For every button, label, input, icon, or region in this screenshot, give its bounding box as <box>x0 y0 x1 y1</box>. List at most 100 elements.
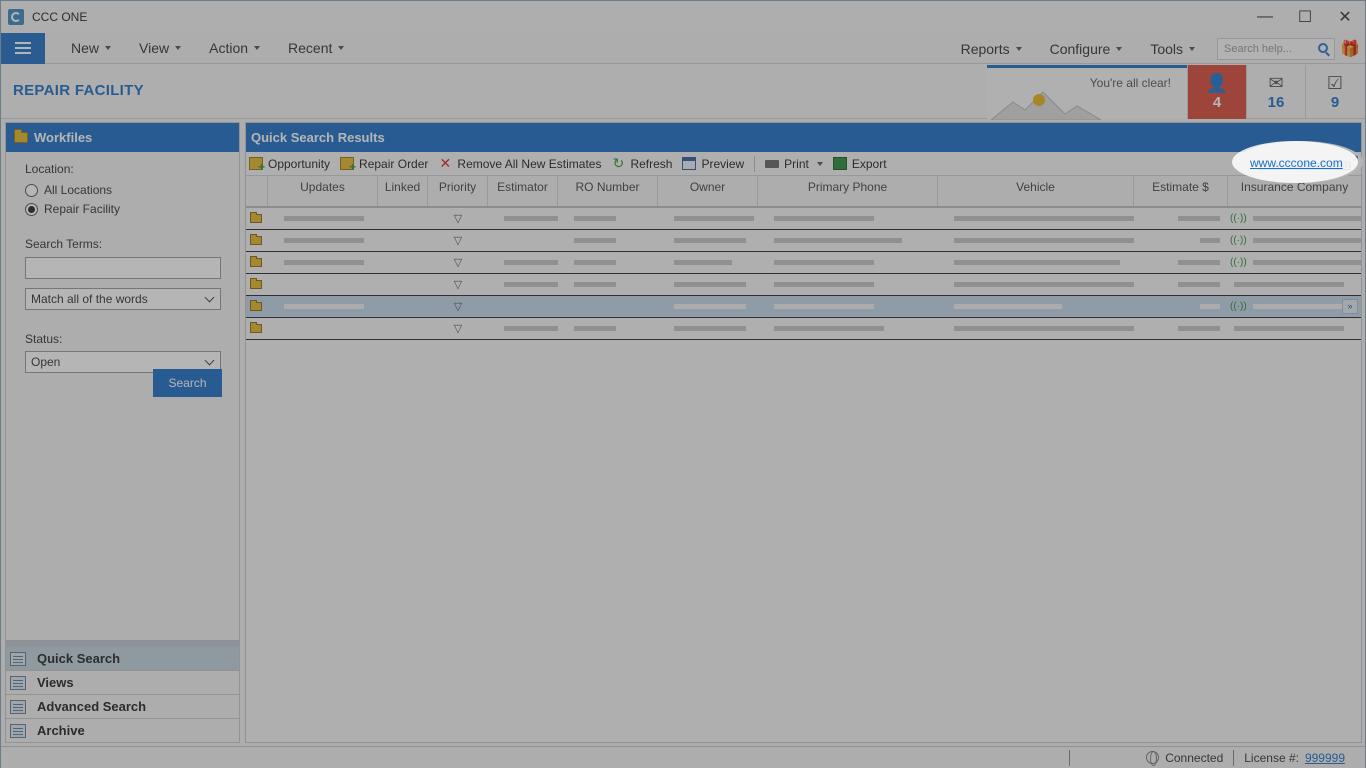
menu-action[interactable]: Action <box>195 33 274 64</box>
expand-row-icon[interactable]: » <box>1342 299 1358 314</box>
menu-view[interactable]: View <box>125 33 195 64</box>
menu-bar: New View Action Recent Reports Configure… <box>1 32 1365 64</box>
table-row[interactable]: ▽ ((·)) » <box>246 296 1361 318</box>
nav-archive[interactable]: Archive <box>6 718 239 742</box>
column-header-updates[interactable]: Updates <box>268 176 378 206</box>
table-cell: ▽ <box>428 296 488 318</box>
column-header-primary-phone[interactable]: Primary Phone <box>758 176 938 206</box>
menu-reports[interactable]: Reports <box>947 33 1036 64</box>
table-cell <box>378 208 428 230</box>
table-cell: ▽ <box>428 230 488 252</box>
folder-icon[interactable] <box>250 300 262 311</box>
table-cell <box>1134 252 1228 274</box>
priority-flag-icon[interactable]: ▽ <box>454 300 462 313</box>
redacted-value <box>1252 216 1361 221</box>
remove-all-new-estimates-button[interactable]: ✕ Remove All New Estimates <box>438 156 602 171</box>
search-terms-input[interactable] <box>25 257 221 279</box>
search-button[interactable]: Search <box>153 369 222 397</box>
table-cell <box>938 208 1134 230</box>
export-button[interactable]: Export <box>832 157 887 171</box>
radio-repair-facility[interactable]: Repair Facility <box>25 202 221 216</box>
folder-icon[interactable] <box>250 278 262 289</box>
search-form: Location: All Locations Repair Facility … <box>6 152 239 373</box>
title-bar: CCC ONE — ☐ ✕ <box>1 1 1365 33</box>
radio-all-locations[interactable]: All Locations <box>25 183 221 197</box>
close-button[interactable]: ✕ <box>1325 1 1365 33</box>
column-header-ro-number[interactable]: RO Number <box>558 176 658 206</box>
menu-new[interactable]: New <box>57 33 125 64</box>
priority-flag-icon[interactable]: ▽ <box>454 212 462 225</box>
print-button[interactable]: Print <box>765 157 823 171</box>
maximize-button[interactable]: ☐ <box>1285 1 1325 33</box>
table-cell <box>246 296 268 318</box>
chevron-down-icon <box>204 292 215 303</box>
column-header-owner[interactable]: Owner <box>658 176 758 206</box>
table-cell <box>488 208 558 230</box>
redacted-value <box>954 238 1134 243</box>
priority-flag-icon[interactable]: ▽ <box>454 234 462 247</box>
folder-icon[interactable] <box>250 234 262 245</box>
folder-icon[interactable] <box>250 212 262 223</box>
printer-icon <box>765 159 780 168</box>
status-right-group: Connected License #: 999999 <box>1146 749 1345 766</box>
caret-down-icon[interactable] <box>816 161 823 166</box>
search-icon[interactable] <box>1318 42 1328 53</box>
messages-button[interactable]: ✉ 16 <box>1246 65 1305 119</box>
priority-flag-icon[interactable]: ▽ <box>454 256 462 269</box>
table-row[interactable]: ▽ ((·)) <box>246 208 1361 230</box>
gift-icon[interactable]: 🎁 <box>1335 33 1365 64</box>
folder-icon[interactable] <box>250 322 262 333</box>
table-cell <box>758 208 938 230</box>
nav-quick-search[interactable]: Quick Search <box>6 646 239 670</box>
column-header-estimate[interactable]: Estimate $ <box>1134 176 1228 206</box>
priority-flag-icon[interactable]: ▽ <box>454 322 462 335</box>
repair-order-button[interactable]: Repair Order <box>340 157 428 174</box>
table-row[interactable]: ▽ ((·)) <box>246 230 1361 252</box>
people-count: 4 <box>1212 93 1222 111</box>
folder-icon[interactable] <box>250 256 262 267</box>
preview-button[interactable]: Preview <box>682 157 744 171</box>
cccone-website-link[interactable]: www.cccone.com <box>1258 153 1358 171</box>
table-cell <box>246 230 268 252</box>
radio-button-checked[interactable] <box>25 202 38 216</box>
minimize-button[interactable]: — <box>1245 1 1285 33</box>
workfiles-title: Workfiles <box>34 130 93 145</box>
table-cell <box>658 230 758 252</box>
refresh-button[interactable]: ↻ Refresh <box>611 156 673 171</box>
opportunity-button[interactable]: Opportunity <box>249 157 330 174</box>
people-alert-button[interactable]: 👤 4 <box>1187 65 1246 119</box>
table-cell <box>1134 208 1228 230</box>
table-cell <box>658 318 758 340</box>
table-cell <box>1228 318 1361 340</box>
add-folder-icon <box>340 157 356 174</box>
search-help-input[interactable]: Search help... <box>1217 37 1335 60</box>
radio-button[interactable] <box>25 183 38 197</box>
globe-icon <box>1146 751 1160 766</box>
redacted-value <box>774 304 874 309</box>
redacted-value <box>774 238 902 243</box>
table-cell <box>488 252 558 274</box>
table-row[interactable]: ▽ <box>246 318 1361 340</box>
column-header-vehicle[interactable]: Vehicle <box>938 176 1134 206</box>
license-number-link[interactable]: 999999 <box>1305 751 1345 765</box>
hamburger-menu-icon[interactable] <box>1 32 45 64</box>
table-cell <box>938 230 1134 252</box>
table-row[interactable]: ▽ <box>246 274 1361 296</box>
column-header-estimator[interactable]: Estimator <box>488 176 558 206</box>
menu-configure[interactable]: Configure <box>1036 33 1137 64</box>
table-cell <box>1134 230 1228 252</box>
match-mode-value: Match all of the words <box>31 292 148 306</box>
priority-flag-icon[interactable]: ▽ <box>454 278 462 291</box>
menu-recent[interactable]: Recent <box>274 33 358 64</box>
table-cell <box>268 274 378 296</box>
column-header-linked[interactable]: Linked <box>378 176 428 206</box>
nav-advanced-search[interactable]: Advanced Search <box>6 694 239 718</box>
redacted-value <box>774 260 874 265</box>
window-controls: — ☐ ✕ <box>1245 1 1365 33</box>
column-header-priority[interactable]: Priority <box>428 176 488 206</box>
nav-views[interactable]: Views <box>6 670 239 694</box>
menu-tools[interactable]: Tools <box>1136 33 1209 64</box>
match-mode-select[interactable]: Match all of the words <box>25 288 221 310</box>
table-row[interactable]: ▽ ((·)) <box>246 252 1361 274</box>
tasks-button[interactable]: ☑ 9 <box>1305 65 1364 119</box>
